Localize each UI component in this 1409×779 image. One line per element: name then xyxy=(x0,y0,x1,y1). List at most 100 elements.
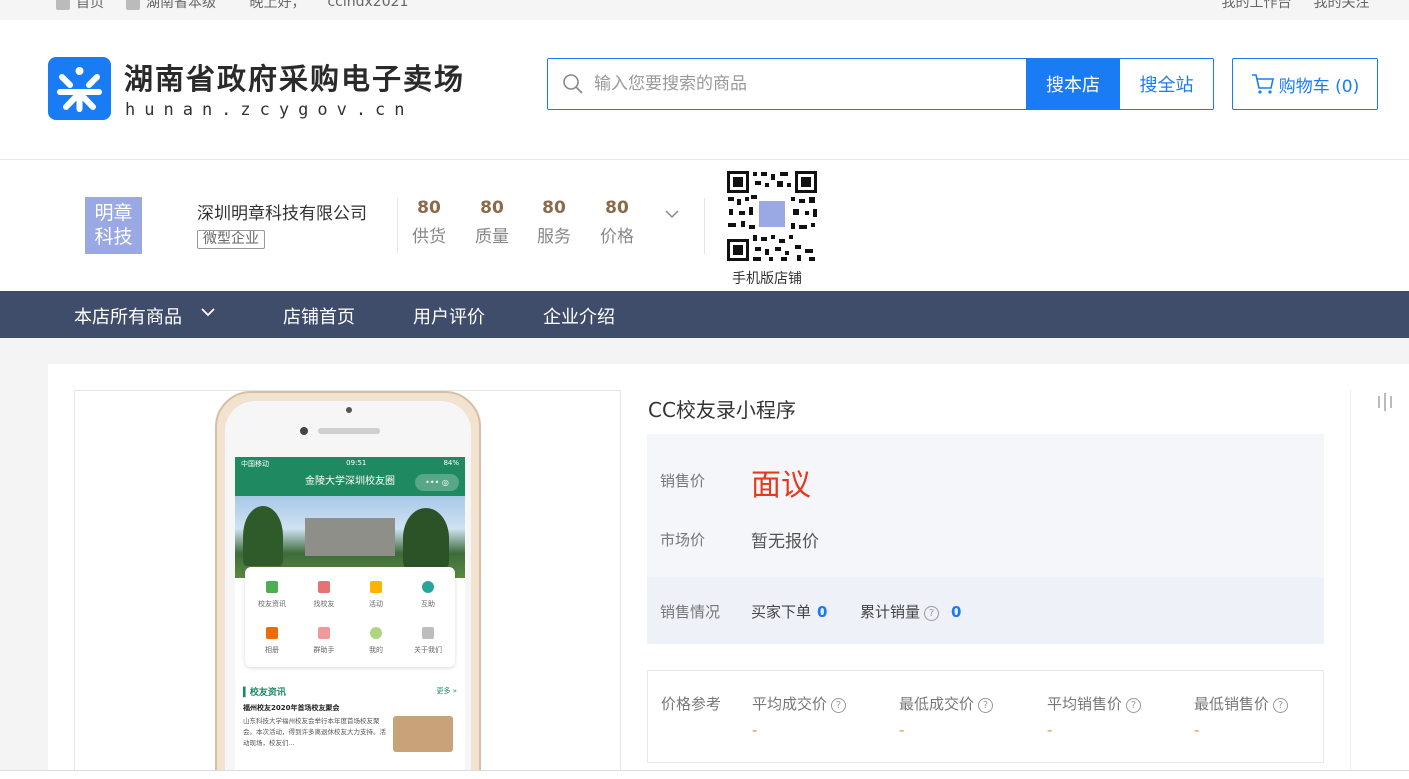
score-label: 价格 xyxy=(600,227,634,247)
ref-value: - xyxy=(752,721,758,739)
shop-info-bar: 明章 科技 深圳明章科技有限公司 微型企业 80 供货 80 质量 80 服务 … xyxy=(0,160,1409,291)
score-value: 80 xyxy=(480,198,504,218)
home-link[interactable]: 首页 xyxy=(56,0,104,12)
shop-name[interactable]: 深圳明章科技有限公司 xyxy=(197,199,367,224)
workbench-link[interactable]: 我的工作台 xyxy=(1222,0,1292,12)
nav-reviews[interactable]: 用户评价 xyxy=(413,303,485,329)
score-price: 80 价格 xyxy=(597,198,637,247)
phone-sensor xyxy=(346,407,352,413)
help-icon[interactable]: ? xyxy=(1126,698,1142,713)
score-label: 质量 xyxy=(475,227,509,247)
score-value: 80 xyxy=(417,198,441,218)
side-divider xyxy=(1350,390,1351,779)
carrier: 中国移动 xyxy=(241,460,269,468)
score-value: 80 xyxy=(605,198,629,218)
site-logo[interactable] xyxy=(48,57,111,120)
qr-code-icon[interactable] xyxy=(725,169,819,263)
phone-screen: 中国移动 09:51 84% 金陵大学深圳校友圈 ••• ◎ 校友资讯 找校友 … xyxy=(235,457,465,779)
help-icon[interactable]: ? xyxy=(1273,698,1289,713)
user-menu[interactable]: ccindx2021 ˅ xyxy=(327,0,419,10)
price-reference-panel: 价格参考 平均成交价? - 最低成交价? - 平均销售价? - 最低销售价? - xyxy=(647,670,1324,763)
user-icon xyxy=(370,627,382,639)
total-sales-value: 0 xyxy=(951,603,962,621)
info-icon xyxy=(422,627,434,639)
search-all-button[interactable]: 搜全站 xyxy=(1119,58,1214,110)
nav-all-goods[interactable]: 本店所有商品 xyxy=(74,303,182,329)
phone-speaker xyxy=(318,428,380,434)
orders-value: 0 xyxy=(817,603,828,621)
home-icon xyxy=(56,0,70,10)
score-label: 服务 xyxy=(537,227,571,247)
ref-col-label: 平均成交价 xyxy=(752,695,828,713)
help-icon[interactable]: ? xyxy=(978,698,994,713)
grid-label: 找校友 xyxy=(313,600,335,608)
score-service: 80 服务 xyxy=(534,198,574,247)
grid-item: 找校友 xyxy=(299,581,349,609)
shop-nav-bar: 本店所有商品 店铺首页 用户评价 企业介绍 xyxy=(0,291,1409,338)
ref-col-avg-sale: 平均销售价? xyxy=(1047,693,1142,714)
chevron-down-icon[interactable] xyxy=(201,307,215,317)
grid-label: 我的 xyxy=(369,646,383,654)
ref-col-label: 最低成交价 xyxy=(899,695,975,713)
grid-label: 活动 xyxy=(369,600,383,608)
product-image[interactable]: 中国移动 09:51 84% 金陵大学深圳校友圈 ••• ◎ 校友资讯 找校友 … xyxy=(74,390,621,779)
grid-item: 相册 xyxy=(247,627,297,655)
grid-item: 活动 xyxy=(351,581,401,609)
total-sales-stat: 累计销量? 0 xyxy=(860,601,961,622)
news-headline: 福州校友2020年首场校友聚会 xyxy=(243,704,340,712)
miniapp-capsule: ••• ◎ xyxy=(415,474,459,491)
divider xyxy=(704,198,705,254)
ref-col-label: 最低销售价 xyxy=(1194,695,1270,713)
favorites-link[interactable]: 我的关注 ˅ xyxy=(1314,0,1381,12)
battery: 84% xyxy=(443,459,459,467)
app-title: 金陵大学深圳校友圈 xyxy=(305,476,395,487)
region-label: 湖南省本级 xyxy=(146,0,216,11)
product-title: CC校友录小程序 xyxy=(648,398,796,422)
help-icon[interactable]: ? xyxy=(924,606,940,621)
location-icon xyxy=(126,0,140,10)
nav-about[interactable]: 企业介绍 xyxy=(543,303,615,329)
news-more-link: 更多 » xyxy=(436,687,457,695)
ref-value: - xyxy=(1194,721,1200,739)
orders-stat: 买家下单 0 xyxy=(751,601,827,622)
shop-logo[interactable]: 明章 科技 xyxy=(85,197,142,254)
score-label: 供货 xyxy=(412,227,446,247)
ref-col-min-sale: 最低销售价? xyxy=(1194,693,1289,714)
chevron-down-icon[interactable] xyxy=(664,208,680,220)
divider xyxy=(397,198,398,254)
ref-value: - xyxy=(899,721,905,739)
grid-item: 关于我们 xyxy=(403,627,453,655)
shop-logo-line2: 科技 xyxy=(94,226,133,248)
grid-label: 关于我们 xyxy=(414,646,442,654)
score-supply: 80 供货 xyxy=(409,198,449,247)
help-icon[interactable]: ? xyxy=(831,698,847,713)
greeting-text: 晚上好， xyxy=(249,0,306,11)
grid-label: 相册 xyxy=(265,646,279,654)
phone-statusbar: 中国移动 09:51 84% xyxy=(235,457,465,470)
smile-icon xyxy=(422,581,434,593)
enterprise-type-badge: 微型企业 xyxy=(197,230,265,249)
orders-label: 买家下单 xyxy=(751,603,812,621)
product-detail: 中国移动 09:51 84% 金陵大学深圳校友圈 ••• ◎ 校友资讯 找校友 … xyxy=(48,364,1409,779)
site-header: 湖南省政府采购电子卖场 hunan.zcygov.cn 搜本店 搜全站 购物车 … xyxy=(0,20,1409,160)
group-icon xyxy=(318,627,330,639)
search-box xyxy=(547,58,1027,110)
shop-logo-line1: 明章 xyxy=(94,202,133,224)
news-thumbnail xyxy=(393,716,453,752)
price-ref-label: 价格参考 xyxy=(661,695,722,713)
search-store-button[interactable]: 搜本店 xyxy=(1026,58,1120,110)
grid-label: 群助手 xyxy=(313,646,335,654)
compare-icon[interactable] xyxy=(1376,392,1394,412)
cart-button[interactable]: 购物车 (0) xyxy=(1232,58,1378,110)
nav-shop-home[interactable]: 店铺首页 xyxy=(283,303,355,329)
grid-item: 群助手 xyxy=(299,627,349,655)
search-input[interactable] xyxy=(594,71,1014,97)
grid-item: 我的 xyxy=(351,627,401,655)
app-titlebar: 金陵大学深圳校友圈 ••• ◎ xyxy=(235,470,465,496)
mobile-shop-label: 手机版店铺 xyxy=(732,271,802,287)
ref-col-avg-deal: 平均成交价? xyxy=(752,693,847,714)
region-selector[interactable]: 湖南省本级 ˅ xyxy=(126,0,227,12)
phone-mockup: 中国移动 09:51 84% 金陵大学深圳校友圈 ••• ◎ 校友资讯 找校友 … xyxy=(215,391,481,779)
news-section-title: ▍校友资讯 xyxy=(243,688,286,698)
banner-building xyxy=(305,518,395,556)
